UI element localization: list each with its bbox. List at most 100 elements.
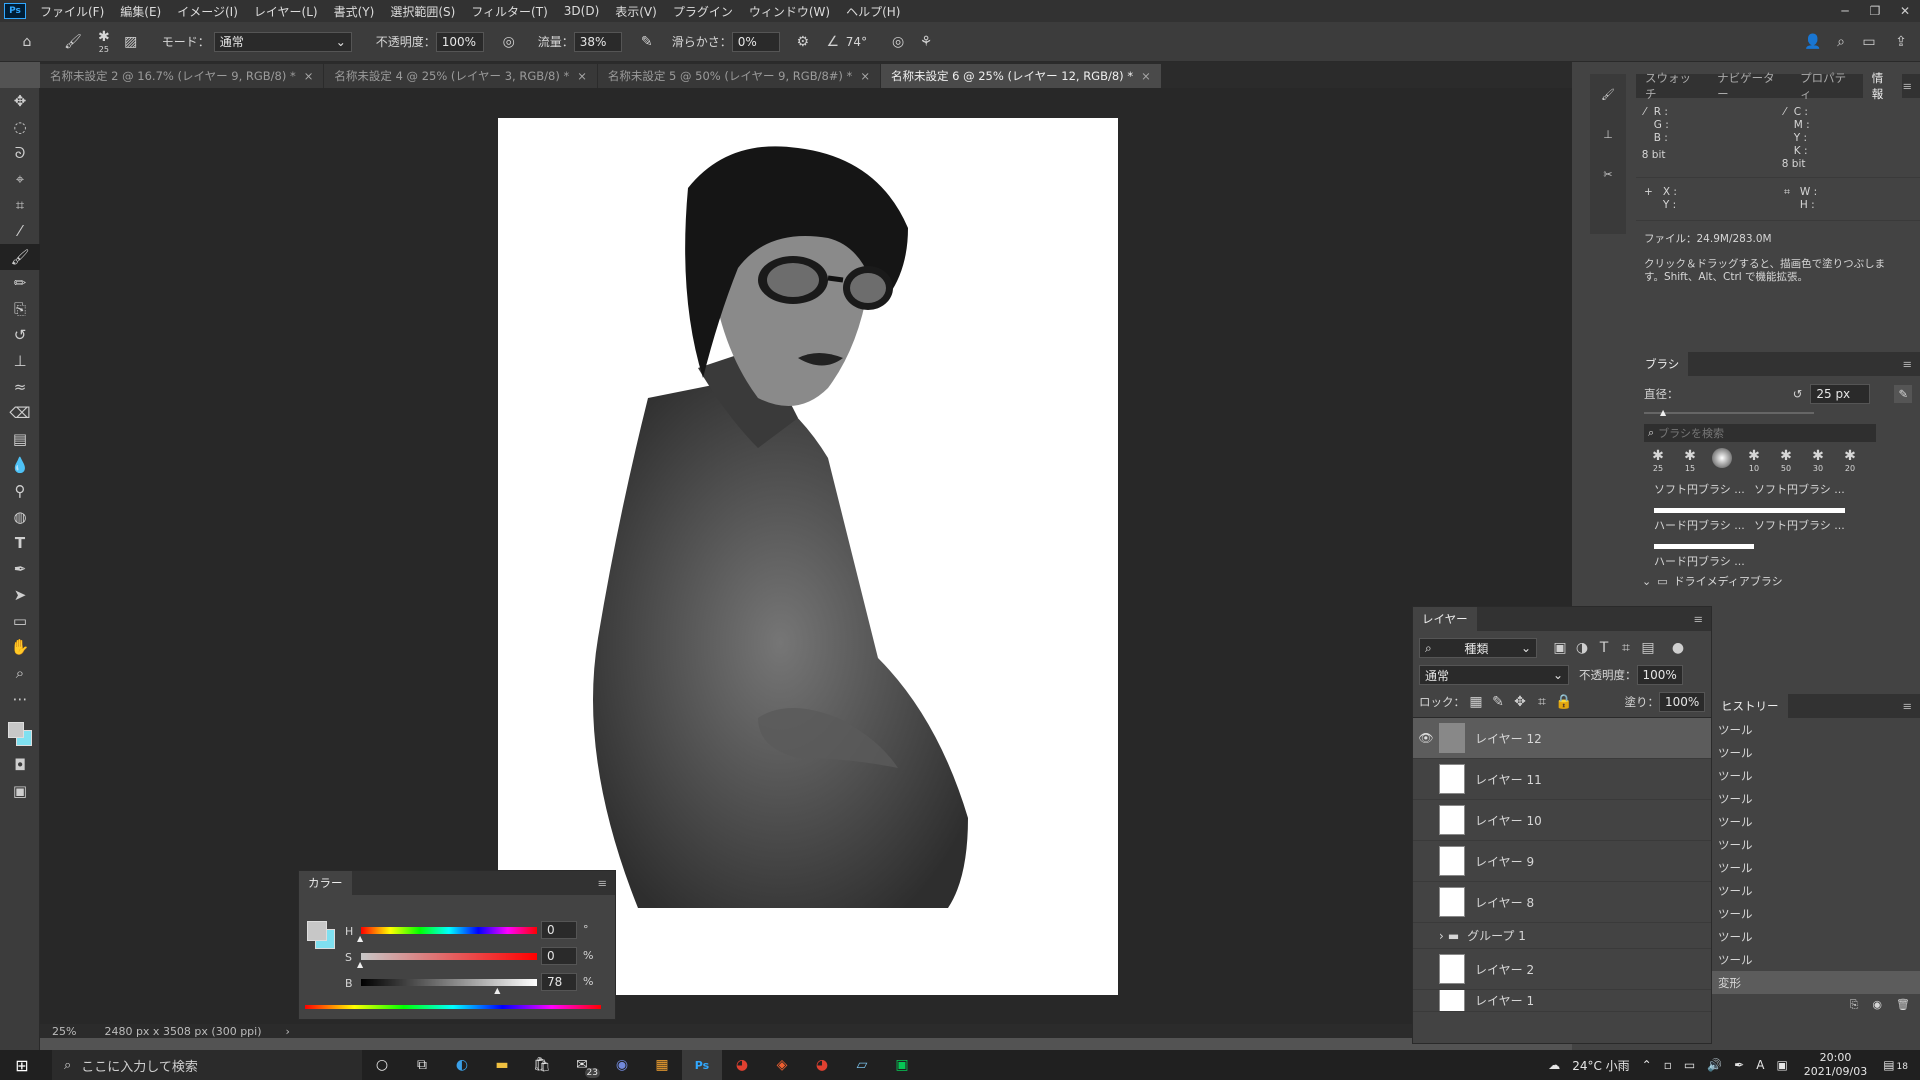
panel-menu-icon[interactable]: ≡ xyxy=(597,876,607,890)
visibility-toggle[interactable] xyxy=(1421,963,1431,973)
angle-value[interactable]: 74° xyxy=(846,35,867,49)
file-explorer-icon[interactable]: ▬ xyxy=(482,1050,522,1080)
chevron-down-icon[interactable]: ⌄ xyxy=(1642,575,1651,588)
layer-name[interactable]: レイヤー 11 xyxy=(1475,771,1542,788)
tab-doc5[interactable]: 名称未設定 5 @ 50% (レイヤー 9, RGB/8#) * × xyxy=(597,64,880,88)
layer-row-11[interactable]: レイヤー 11 xyxy=(1413,759,1711,800)
brush-item[interactable]: ソフト円ブラシ ... xyxy=(1654,481,1754,497)
close-icon[interactable]: × xyxy=(577,69,587,83)
history-state[interactable]: ツール xyxy=(1712,787,1920,810)
visibility-toggle[interactable] xyxy=(1421,896,1431,906)
hue-thumb[interactable]: ▲ xyxy=(357,934,363,943)
history-state[interactable]: ツール xyxy=(1712,810,1920,833)
saturation-thumb[interactable]: ▲ xyxy=(357,960,363,969)
discord-icon[interactable]: ◉ xyxy=(602,1050,642,1080)
lock-pixels-icon[interactable]: ✎ xyxy=(1487,691,1509,713)
s-field[interactable]: 0 xyxy=(541,947,577,965)
pixel-filter-icon[interactable]: ▣ xyxy=(1549,637,1571,659)
pen-tool-icon[interactable]: ✒ xyxy=(0,556,40,582)
brush-item[interactable]: ハード円ブラシ ... xyxy=(1654,544,1754,569)
gear-icon[interactable]: ⚙ xyxy=(792,31,814,53)
share-users-icon[interactable]: 👤 xyxy=(1802,31,1824,53)
windows-start-icon[interactable]: ⊞ xyxy=(0,1050,44,1080)
layer-row-12[interactable]: 👁 レイヤー 12 xyxy=(1413,718,1711,759)
menu-3d[interactable]: 3D(D) xyxy=(556,4,607,18)
clock[interactable]: 20:00 2021/09/03 xyxy=(1804,1051,1867,1079)
chrome-profile-icon[interactable]: ◕ xyxy=(802,1050,842,1080)
layer-row-1[interactable]: レイヤー 1 xyxy=(1413,990,1711,1012)
menu-image[interactable]: イメージ(I) xyxy=(169,3,246,20)
edge-icon[interactable]: ◐ xyxy=(442,1050,482,1080)
volume-icon[interactable]: 🔊 xyxy=(1707,1058,1722,1072)
lasso-tool-icon[interactable]: ᘐ xyxy=(0,140,40,166)
new-brush-icon[interactable]: ✎ xyxy=(1894,385,1912,403)
zoom-tool-icon[interactable]: ⌕ xyxy=(0,660,40,686)
clone-source-panel-icon[interactable]: ⊥ xyxy=(1590,114,1626,154)
reset-icon[interactable]: ↺ xyxy=(1793,387,1803,401)
layer-opacity-field[interactable]: 100% xyxy=(1636,665,1683,685)
brush-settings-icon[interactable]: ▨ xyxy=(120,31,142,53)
history-state[interactable]: ツール xyxy=(1712,902,1920,925)
marquee-tool-icon[interactable]: ◌ xyxy=(0,114,40,140)
color-ramp[interactable] xyxy=(305,1005,601,1009)
history-state[interactable]: ツール xyxy=(1712,879,1920,902)
brush-size-slider[interactable]: ▲ xyxy=(1644,408,1814,417)
search-icon[interactable]: ⌕ xyxy=(1830,31,1852,53)
chrome-icon[interactable]: ◕ xyxy=(722,1050,762,1080)
h-field[interactable]: 0 xyxy=(541,921,577,939)
visibility-toggle[interactable] xyxy=(1421,814,1431,824)
brush-tool-button-icon[interactable]: 🖌 xyxy=(0,244,40,270)
blur-tool-icon[interactable]: 💧 xyxy=(0,452,40,478)
history-tab[interactable]: ヒストリー xyxy=(1712,694,1788,718)
panel-menu-icon[interactable]: ≡ xyxy=(1902,79,1912,93)
document-canvas[interactable] xyxy=(498,118,1118,995)
close-icon[interactable]: × xyxy=(1141,69,1151,83)
smart-object-filter-icon[interactable]: ▤ xyxy=(1637,637,1659,659)
ime-mode-icon[interactable]: A xyxy=(1756,1058,1764,1072)
brush-item[interactable]: ソフト円ブラシ ... xyxy=(1754,481,1845,497)
layer-group-1[interactable]: › ▬ グループ 1 xyxy=(1413,923,1711,949)
pressure-size-icon[interactable]: ◎ xyxy=(887,31,909,53)
slider-thumb[interactable]: ▲ xyxy=(1660,408,1666,417)
menu-help[interactable]: ヘルプ(H) xyxy=(838,3,908,20)
brightness-thumb[interactable]: ▲ xyxy=(494,986,500,995)
art-history-brush-icon[interactable]: ≈ xyxy=(0,374,40,400)
layer-name[interactable]: レイヤー 12 xyxy=(1475,730,1542,747)
adjustment-filter-icon[interactable]: ◑ xyxy=(1571,637,1593,659)
pencil-tool-icon[interactable]: ✏ xyxy=(0,270,40,296)
blend-mode-select[interactable]: 通常 ⌄ xyxy=(1419,665,1569,685)
line-icon[interactable]: ▣ xyxy=(882,1050,922,1080)
cortana-icon[interactable]: ○ xyxy=(362,1050,402,1080)
path-select-tool-icon[interactable]: ➤ xyxy=(0,582,40,608)
preset-brush[interactable] xyxy=(1706,448,1738,473)
visibility-toggle[interactable] xyxy=(1421,773,1431,783)
brush-item[interactable]: ハード円ブラシ ... xyxy=(1654,508,1754,533)
task-view-icon[interactable]: ⧉ xyxy=(402,1050,442,1080)
visibility-toggle[interactable] xyxy=(1421,855,1431,865)
tray-app-icon[interactable]: ▫ xyxy=(1664,1058,1672,1072)
menu-select[interactable]: 選択範囲(S) xyxy=(382,3,463,20)
history-state[interactable]: ツール xyxy=(1712,925,1920,948)
lock-position-icon[interactable]: ✥ xyxy=(1509,691,1531,713)
fg-color-chip[interactable] xyxy=(307,921,327,941)
tab-doc6[interactable]: 名称未設定 6 @ 25% (レイヤー 12, RGB/8) * × xyxy=(880,64,1161,88)
visibility-toggle[interactable] xyxy=(1421,930,1431,940)
weather-icon[interactable]: ☁ xyxy=(1548,1058,1560,1072)
menu-filter[interactable]: フィルター(T) xyxy=(463,3,555,20)
layer-name[interactable]: レイヤー 10 xyxy=(1475,812,1542,829)
tab-properties[interactable]: プロパティ xyxy=(1791,71,1863,101)
brush-settings-panel-icon[interactable]: 🖌 xyxy=(1590,74,1626,114)
layer-name[interactable]: レイヤー 1 xyxy=(1475,992,1534,1009)
brush-group[interactable]: ドライメディアブラシ xyxy=(1674,573,1783,589)
history-brush-tool-icon[interactable]: ↺ xyxy=(0,322,40,348)
dodge-tool-icon[interactable]: ⚲ xyxy=(0,478,40,504)
brush-tool-icon[interactable]: 🖌 xyxy=(62,31,84,53)
saturation-slider[interactable] xyxy=(361,953,537,960)
layer-row-8[interactable]: レイヤー 8 xyxy=(1413,882,1711,923)
menu-file[interactable]: ファイル(F) xyxy=(32,3,112,20)
brush-item[interactable]: ソフト円ブラシ ... xyxy=(1754,508,1845,533)
pen-icon[interactable]: ✒ xyxy=(1734,1058,1744,1072)
symmetry-icon[interactable]: ⚘ xyxy=(915,31,937,53)
history-state[interactable]: ツール xyxy=(1712,833,1920,856)
chevron-up-icon[interactable]: ⌃ xyxy=(1642,1058,1652,1072)
